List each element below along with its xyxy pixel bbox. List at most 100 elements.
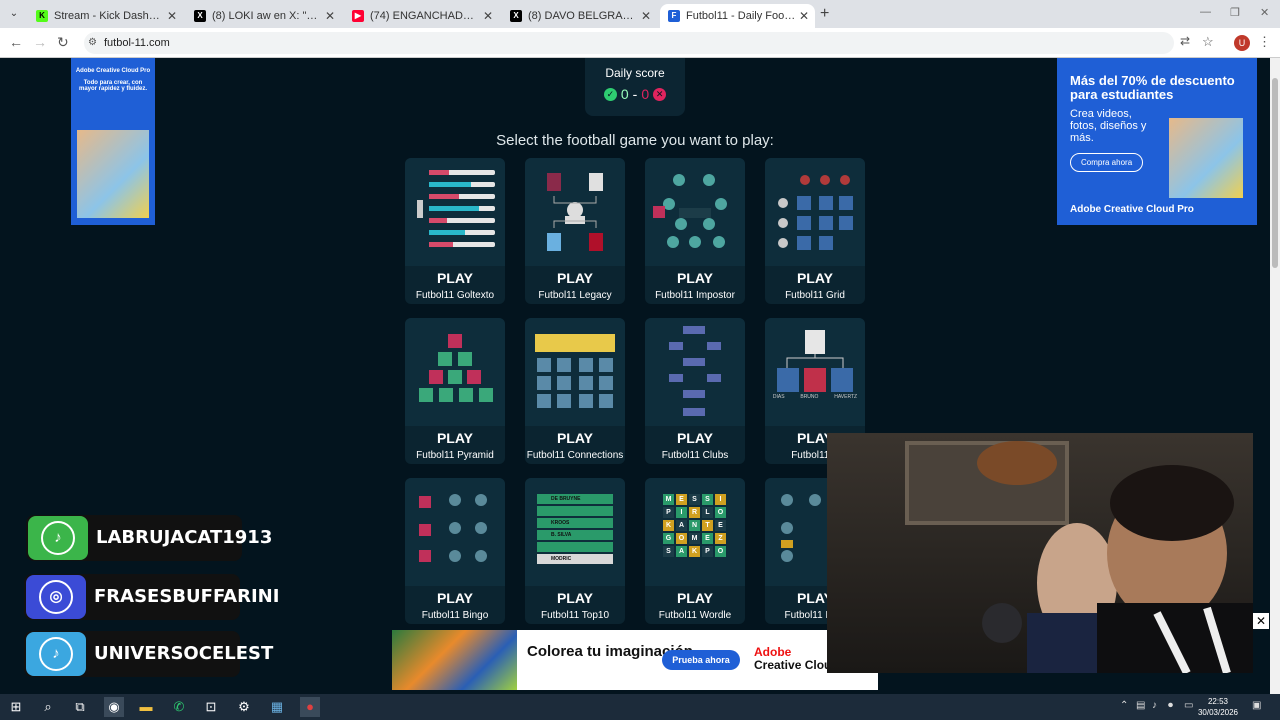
toolbar: ← → ↻ ⚙ futbol-11.com ⇄ ☆ ⋮ — [0, 28, 1280, 58]
bookmark-star-icon[interactable]: ☆ — [1202, 34, 1214, 50]
game-name: Futbol11 Pyramid — [416, 450, 494, 461]
search-icon[interactable]: ⌕ — [38, 697, 58, 717]
tab-search-chevron-icon[interactable]: ⌄ — [4, 4, 24, 24]
game-name: Futbol11 Impostor — [655, 290, 735, 301]
forward-arrow-icon[interactable]: → — [33, 34, 47, 50]
score-separator: - — [632, 86, 638, 102]
score-correct: 0 — [620, 86, 629, 102]
right-ad-button[interactable]: Compra ahora — [1070, 153, 1144, 172]
bottom-ad-brand: Adobe Creative Clou — [754, 646, 831, 672]
tab-x-loki[interactable]: X (8) LOKI aw en X: "Belgrano, Be ✕ — [186, 4, 341, 28]
play-label: PLAY — [436, 590, 474, 606]
wordle-letter-tile: L — [702, 507, 713, 518]
scrollbar-thumb[interactable] — [1272, 78, 1278, 268]
tab-youtube[interactable]: ▶ (74) ENGANCHADO ESPECIAL ✕ — [344, 4, 499, 28]
left-ad-brand: Adobe Creative Cloud Pro — [75, 68, 151, 74]
game-card-top10[interactable]: DE BRUYNE KROOS B. SILVA MODRIC PLAY Fut… — [525, 478, 625, 624]
top10-row — [537, 542, 613, 552]
tab-kick[interactable]: K Stream - Kick Dashboard ✕ — [28, 4, 183, 28]
settings-gear-icon[interactable]: ⚙ — [234, 697, 254, 717]
left-ad-banner[interactable]: Adobe Creative Cloud Pro Todo para crear… — [71, 58, 155, 225]
legacy-thumbnail — [525, 158, 625, 266]
tab-x-davo[interactable]: X (8) DAVO BELGRANO - Buscar ✕ — [502, 4, 657, 28]
close-tab-icon[interactable]: ✕ — [639, 9, 653, 23]
wordle-letter-tile: T — [702, 520, 713, 531]
wordle-letter-tile: M — [663, 494, 674, 505]
file-explorer-icon[interactable]: ▬ — [136, 697, 156, 717]
whatsapp-icon[interactable]: ✆ — [169, 697, 189, 717]
social-tiktok-labrujacat: ♪ LABRUJACAT1913 — [26, 515, 272, 561]
chrome-icon[interactable]: ◉ — [104, 697, 124, 717]
top10-row — [537, 506, 613, 516]
game-name: Futbol11 Clubs — [661, 450, 729, 461]
bottom-ad-button[interactable]: Prueba ahora — [662, 650, 740, 670]
top10-row: DE BRUYNE — [537, 494, 613, 504]
translate-icon[interactable]: ⇄ — [1180, 34, 1190, 48]
game-card-wordle[interactable]: MESSIPIRLOKANTEGOMEZSAKPO PLAY Futbol11 … — [645, 478, 745, 624]
social-handle: LABRUJACAT1913 — [96, 527, 273, 548]
right-ad-banner[interactable]: Más del 70% de descuento para estudiante… — [1057, 58, 1257, 225]
wordle-letter-tile: O — [676, 533, 687, 544]
close-tab-icon[interactable]: ✕ — [797, 9, 811, 23]
reload-icon[interactable]: ↻ — [57, 34, 69, 51]
task-view-icon[interactable]: ⧉ — [70, 697, 90, 717]
tab-title: (8) DAVO BELGRANO - Buscar — [528, 10, 639, 22]
new-tab-plus-icon[interactable]: + — [820, 5, 829, 23]
tab-title: (8) LOKI aw en X: "Belgrano, Be — [212, 10, 323, 22]
right-ad-headline: Más del 70% de descuento para estudiante… — [1070, 73, 1235, 102]
address-bar[interactable]: ⚙ futbol-11.com — [84, 32, 1174, 54]
bingo-players-thumbnail: DIAS BRUNO HAVERTZ — [765, 318, 865, 426]
network-icon[interactable]: ▤ — [1136, 700, 1145, 711]
instagram-icon: ◎ — [26, 575, 86, 619]
notifications-icon[interactable]: ▣ — [1252, 700, 1261, 711]
wordle-letter-tile: E — [702, 533, 713, 544]
play-label: PLAY — [556, 590, 594, 606]
bingo-player-labels: DIAS BRUNO HAVERTZ — [765, 394, 865, 400]
game-name: Futbol11 Bingo — [421, 610, 489, 621]
close-tab-icon[interactable]: ✕ — [323, 9, 337, 23]
menu-kebab-icon[interactable]: ⋮ — [1258, 34, 1271, 50]
windows-start-icon[interactable]: ⊞ — [6, 697, 26, 717]
scrollbar[interactable] — [1270, 58, 1280, 694]
battery-icon[interactable]: ▭ — [1184, 700, 1193, 711]
play-label: PLAY — [556, 430, 594, 446]
site-info-icon[interactable]: ⚙ — [88, 32, 97, 54]
game-card-legacy[interactable]: PLAY Futbol11 Legacy — [525, 158, 625, 304]
maximize-icon[interactable]: ❐ — [1230, 6, 1240, 19]
left-ad-text: Todo para crear, con mayor rapidez y flu… — [78, 80, 148, 92]
close-ad-icon[interactable]: ✕ — [1253, 613, 1269, 629]
wordle-letter-tile: N — [689, 520, 700, 531]
clock[interactable]: 22:53 30/03/2026 — [1196, 696, 1240, 718]
youtube-icon: ▶ — [352, 10, 364, 22]
profile-avatar[interactable]: U — [1234, 35, 1250, 51]
game-card-clubs[interactable]: PLAY Futbol11 Clubs — [645, 318, 745, 464]
taskbar: ⊞ ⌕ ⧉ ◉ ▬ ✆ ⊡ ⚙ ▦ ● ⌃ ▤ ♪ ⏺ ▭ 22:53 30/0… — [0, 694, 1280, 720]
x-icon: X — [194, 10, 206, 22]
game-card-bingo[interactable]: PLAY Futbol11 Bingo — [405, 478, 505, 624]
goltexto-thumbnail — [405, 158, 505, 266]
game-card-impostor[interactable]: PLAY Futbol11 Impostor — [645, 158, 745, 304]
play-label: PLAY — [676, 590, 714, 606]
game-card-goltexto[interactable]: PLAY Futbol11 Goltexto — [405, 158, 505, 304]
volume-icon[interactable]: ♪ — [1152, 700, 1157, 711]
close-tab-icon[interactable]: ✕ — [165, 9, 179, 23]
bottom-ad-banner[interactable]: Colorea tu imaginación. Prueba ahora Ado… — [392, 630, 878, 690]
webcam-overlay — [827, 433, 1253, 673]
calculator-icon[interactable]: ▦ — [267, 697, 287, 717]
app-icon[interactable]: ⊡ — [201, 697, 221, 717]
wordle-letter-tile: S — [702, 494, 713, 505]
game-card-grid[interactable]: PLAY Futbol11 Grid — [765, 158, 865, 304]
wordle-letter-tile: I — [676, 507, 687, 518]
brand-sub: Creative Clou — [754, 658, 832, 672]
obs-icon[interactable]: ● — [300, 697, 320, 717]
game-card-pyramid[interactable]: PLAY Futbol11 Pyramid — [405, 318, 505, 464]
close-tab-icon[interactable]: ✕ — [481, 9, 495, 23]
tray-chevron-icon[interactable]: ⌃ — [1120, 700, 1128, 711]
close-window-icon[interactable]: ✕ — [1260, 6, 1269, 19]
back-arrow-icon[interactable]: ← — [9, 34, 23, 50]
tab-futbol11[interactable]: F Futbol11 - Daily Football Game ✕ — [660, 4, 815, 28]
game-card-connections[interactable]: PLAY Futbol11 Connections — [525, 318, 625, 464]
tab-title: Stream - Kick Dashboard — [54, 10, 165, 22]
minimize-icon[interactable]: — — [1200, 6, 1211, 18]
microphone-icon[interactable]: ⏺ — [1168, 700, 1173, 711]
